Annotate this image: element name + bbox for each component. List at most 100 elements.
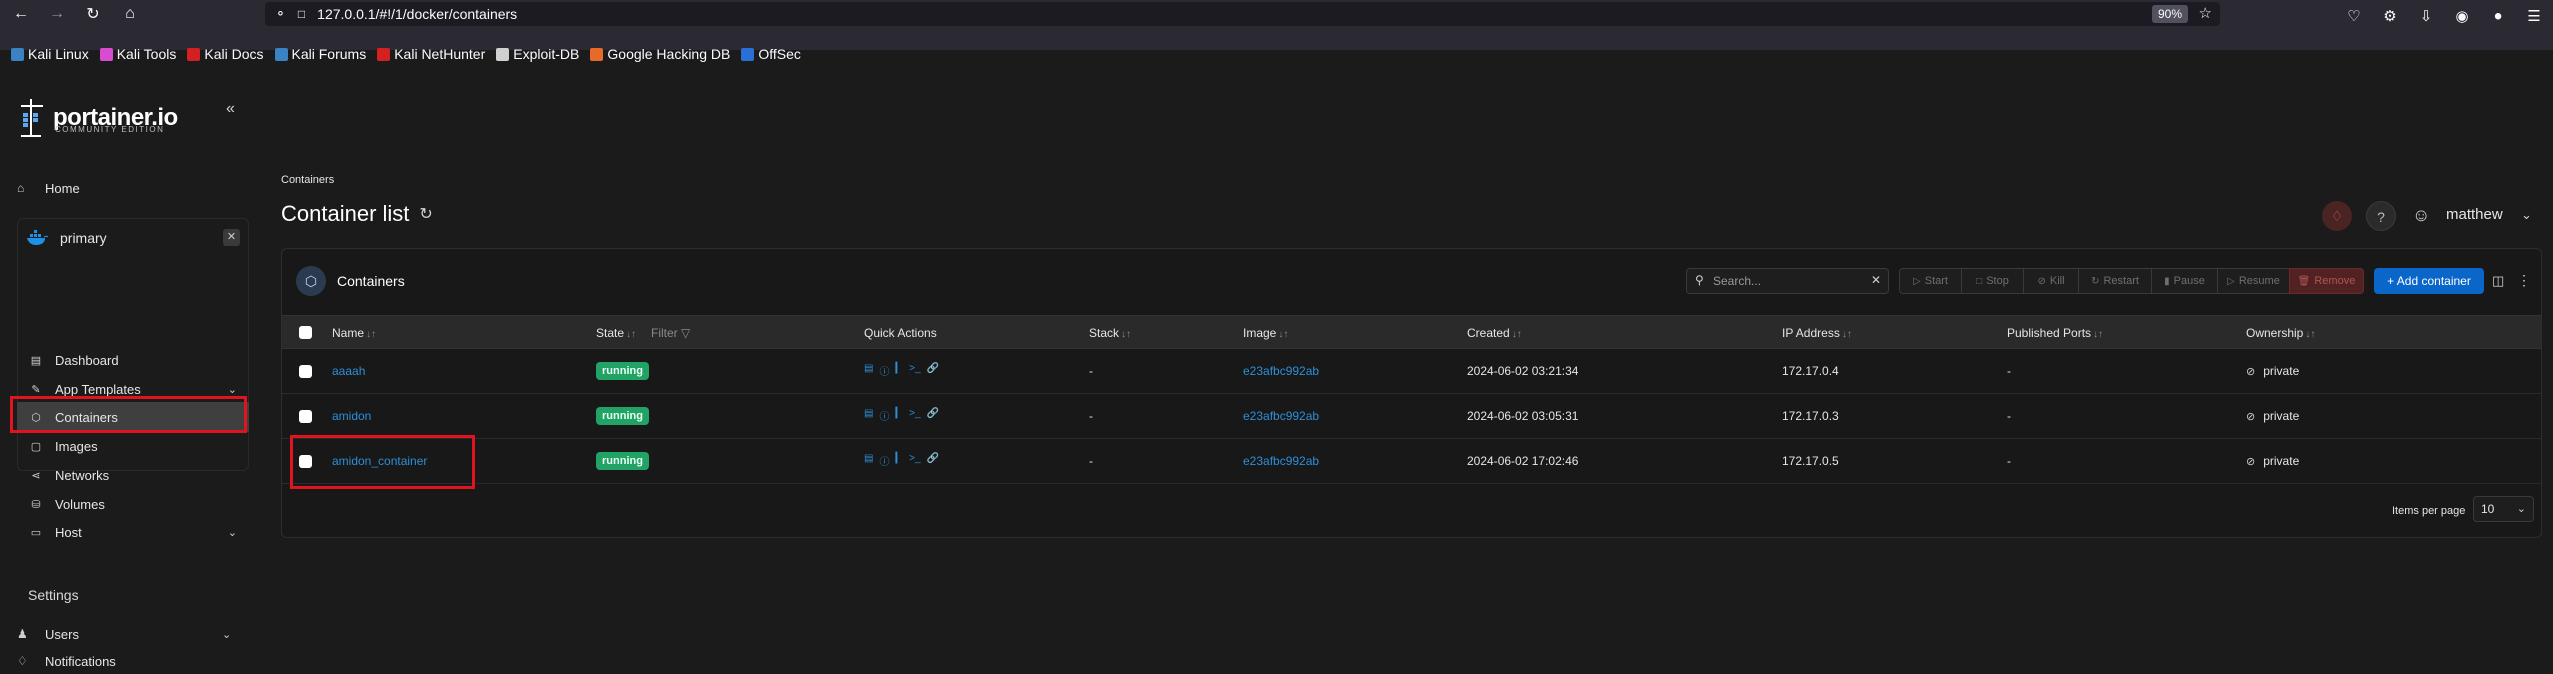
notification-bell-icon[interactable]: ♢ xyxy=(2322,201,2352,231)
container-name-link[interactable]: amidon xyxy=(332,409,371,423)
columns-icon[interactable]: ◫ xyxy=(2492,273,2504,289)
addon-icon[interactable]: ◉ xyxy=(2452,7,2472,25)
stats-icon[interactable]: ▎ xyxy=(895,408,903,423)
forward-icon[interactable]: → xyxy=(44,1,70,27)
portainer-logo[interactable]: portainer.io COMMUNITY EDITION xyxy=(17,97,178,139)
search-field[interactable]: ⚲ ✕ xyxy=(1686,268,1889,294)
zoom-level[interactable]: 90% xyxy=(2151,5,2188,23)
logs-icon[interactable]: ▤ xyxy=(864,363,873,378)
bookmark-kali-forums[interactable]: Kali Forums xyxy=(274,46,366,62)
restart-button[interactable]: ↻ Restart xyxy=(2078,268,2152,294)
clear-search-icon[interactable]: ✕ xyxy=(1871,273,1881,287)
created-value: 2024-06-02 03:21:34 xyxy=(1467,364,1579,378)
sidebar-item-notifications[interactable]: ♢ Notifications xyxy=(17,648,116,674)
pause-button[interactable]: ▮ Pause xyxy=(2151,268,2218,294)
search-icon: ⚲ xyxy=(1695,273,1704,287)
logs-icon[interactable]: ▤ xyxy=(864,453,873,468)
console-icon[interactable]: >_ xyxy=(909,408,920,423)
column-ip-address[interactable]: IP Address ↓↑ xyxy=(1782,326,1852,340)
stats-icon[interactable]: ▎ xyxy=(895,453,903,468)
inspect-icon[interactable]: ⓘ xyxy=(879,363,889,378)
sidebar-item-home[interactable]: ⌂ Home xyxy=(17,175,80,201)
column-state[interactable]: State ↓↑ xyxy=(596,326,636,340)
stats-icon[interactable]: ▎ xyxy=(895,363,903,378)
extensions-icon[interactable]: ⚙ xyxy=(2380,7,2400,25)
close-environment-icon[interactable]: ✕ xyxy=(223,229,240,246)
back-icon[interactable]: ← xyxy=(8,1,34,27)
column-created[interactable]: Created ↓↑ xyxy=(1467,326,1522,340)
bookmark-kali-linux[interactable]: Kali Linux xyxy=(11,46,89,62)
menu-icon[interactable]: ☰ xyxy=(2524,7,2544,25)
username[interactable]: matthew xyxy=(2446,206,2503,223)
console-icon[interactable]: >_ xyxy=(909,453,920,468)
breadcrumb: Containers xyxy=(281,174,335,186)
trash-icon: 🗑 xyxy=(2297,275,2311,287)
attach-icon[interactable]: 🔗 xyxy=(927,363,939,378)
container-name-link[interactable]: aaaah xyxy=(332,364,365,378)
column-name[interactable]: Name ↓↑ xyxy=(332,326,376,340)
bookmark-offsec[interactable]: OffSec xyxy=(741,46,801,62)
reload-icon[interactable]: ↻ xyxy=(80,1,106,27)
portainer-crane-icon xyxy=(17,97,47,139)
refresh-icon[interactable]: ↻ xyxy=(419,204,432,224)
home-icon[interactable]: ⌂ xyxy=(117,1,143,27)
bookmark-kali-docs[interactable]: Kali Docs xyxy=(187,46,264,62)
resume-button[interactable]: ▷ Resume xyxy=(2217,268,2290,294)
shield-icon[interactable]: ⚬ xyxy=(275,6,286,22)
download-icon[interactable]: ⇩ xyxy=(2416,7,2436,25)
sidebar-item-host[interactable]: ▭ Host ⌄ xyxy=(17,519,249,545)
inspect-icon[interactable]: ⓘ xyxy=(879,408,889,423)
sort-icon: ↓↑ xyxy=(1278,329,1289,340)
image-link[interactable]: e23afbc992ab xyxy=(1243,454,1319,468)
sidebar-item-images[interactable]: ▢ Images xyxy=(17,433,249,459)
column-stack[interactable]: Stack ↓↑ xyxy=(1089,326,1131,340)
stop-button[interactable]: □ Stop xyxy=(1961,268,2024,294)
start-button[interactable]: ▷ Start xyxy=(1899,268,1962,294)
address-bar[interactable]: ⚬ □ 127.0.0.1/#!/1/docker/containers 90%… xyxy=(265,2,2220,26)
sidebar-item-dashboard[interactable]: ▤ Dashboard xyxy=(17,347,249,373)
column-published-ports[interactable]: Published Ports ↓↑ xyxy=(2007,326,2103,340)
sidebar-item-users[interactable]: ♟ Users ⌄ xyxy=(17,621,231,647)
items-per-page-label: Items per page xyxy=(2392,505,2466,517)
select-all-checkbox[interactable] xyxy=(299,326,312,339)
home-icon: ⌂ xyxy=(17,181,25,195)
sort-icon: ↓↑ xyxy=(1121,329,1132,340)
image-link[interactable]: e23afbc992ab xyxy=(1243,409,1319,423)
console-icon[interactable]: >_ xyxy=(909,363,920,378)
bookmark-exploit-db[interactable]: Exploit-DB xyxy=(496,46,579,62)
collapse-sidebar-icon[interactable]: « xyxy=(226,100,235,118)
image-link[interactable]: e23afbc992ab xyxy=(1243,364,1319,378)
user-avatar-icon[interactable]: ☺ xyxy=(2412,205,2430,226)
url-text[interactable]: 127.0.0.1/#!/1/docker/containers xyxy=(317,6,517,22)
remove-button[interactable]: 🗑 Remove xyxy=(2289,268,2364,294)
add-container-button[interactable]: + Add container xyxy=(2374,268,2484,294)
ports-value: - xyxy=(2007,454,2011,468)
row-checkbox[interactable] xyxy=(299,365,312,378)
attach-icon[interactable]: 🔗 xyxy=(927,408,939,423)
portainer-app: portainer.io COMMUNITY EDITION « ⌂ Home … xyxy=(0,80,2553,669)
items-per-page-select[interactable]: 10 ⌄ xyxy=(2473,496,2534,522)
bookmark-google-hacking-db[interactable]: Google Hacking DB xyxy=(590,46,730,62)
environment-name: primary xyxy=(60,230,107,246)
kill-button[interactable]: ⊘ Kill xyxy=(2023,268,2079,294)
column-ownership[interactable]: Ownership ↓↑ xyxy=(2246,326,2315,340)
search-input[interactable] xyxy=(1713,272,1863,290)
sidebar-item-volumes[interactable]: ⛁ Volumes xyxy=(17,491,249,517)
bookmark-kali-tools[interactable]: Kali Tools xyxy=(99,46,176,62)
help-icon[interactable]: ? xyxy=(2366,201,2396,231)
sidebar-item-networks[interactable]: ⋖ Networks xyxy=(17,462,249,488)
offsec-icon xyxy=(741,47,755,61)
column-image[interactable]: Image ↓↑ xyxy=(1243,326,1288,340)
bookmark-kali-nethunter[interactable]: Kali NetHunter xyxy=(377,46,485,62)
inspect-icon[interactable]: ⓘ xyxy=(879,453,889,468)
chevron-down-icon[interactable]: ⌄ xyxy=(2521,207,2532,223)
row-checkbox[interactable] xyxy=(299,410,312,423)
more-options-icon[interactable]: ⋮ xyxy=(2517,272,2531,289)
account-icon[interactable]: ● xyxy=(2488,8,2508,25)
pocket-icon[interactable]: ♡ xyxy=(2344,7,2364,25)
ip-value: 172.17.0.3 xyxy=(1782,409,1839,423)
state-filter[interactable]: Filter ▽ xyxy=(651,326,690,340)
bookmark-star-icon[interactable]: ☆ xyxy=(2199,4,2212,22)
logs-icon[interactable]: ▤ xyxy=(864,408,873,423)
attach-icon[interactable]: 🔗 xyxy=(927,453,939,468)
